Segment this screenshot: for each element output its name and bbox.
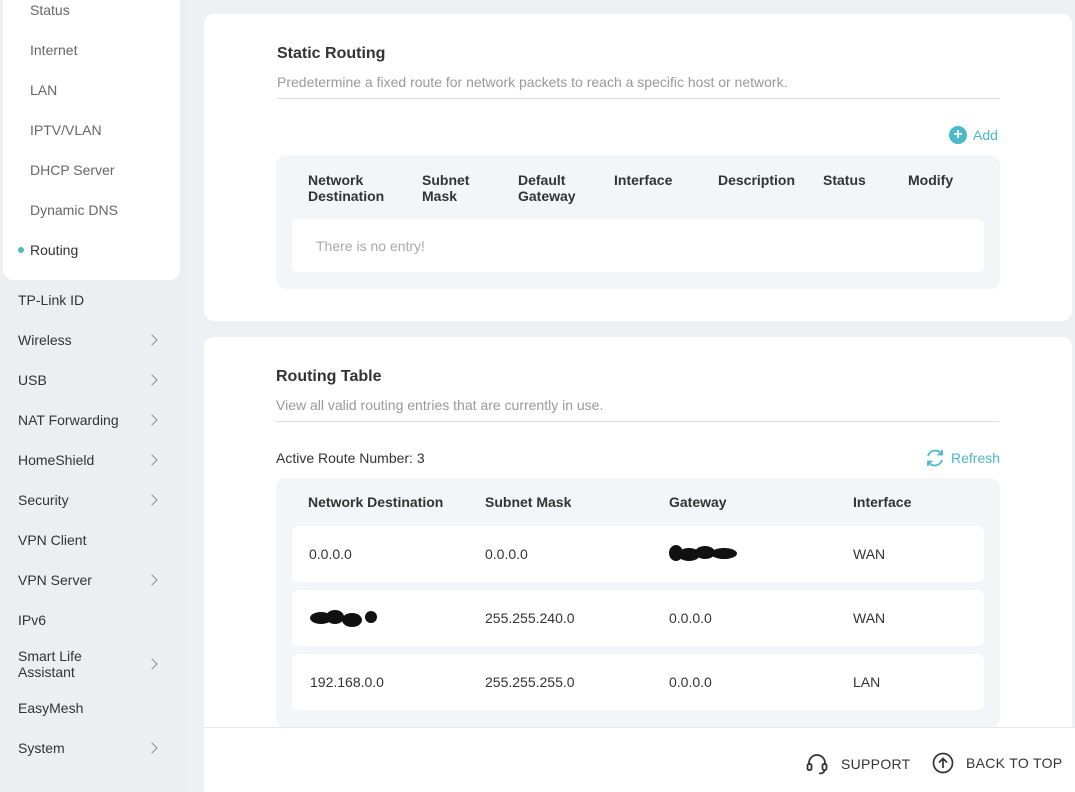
empty-message: There is no entry!: [316, 238, 425, 254]
redacted-destination: [310, 608, 380, 628]
routing-table: Network Destination Subnet Mask Gateway …: [276, 478, 1000, 728]
static-routing-table: Network Destination Subnet Mask Default …: [276, 155, 1000, 289]
nav-label: Smart Life Assistant: [18, 648, 82, 680]
chevron-right-icon: [146, 658, 158, 670]
submenu-item-lan[interactable]: LAN: [30, 82, 57, 98]
nav-label: IPv6: [18, 612, 47, 628]
chevron-right-icon: [146, 414, 158, 426]
active-indicator-dot: [18, 247, 24, 253]
nav-item-vpn-server[interactable]: VPN Server: [18, 572, 168, 588]
empty-row: There is no entry!: [292, 219, 984, 272]
refresh-button[interactable]: Refresh: [924, 447, 1000, 469]
nav-item-tp-link-id[interactable]: TP-Link ID: [18, 292, 168, 308]
sidebar: Status Internet LAN IPTV/VLAN DHCP Serve…: [0, 0, 188, 792]
nav-item-system[interactable]: System: [18, 740, 168, 756]
support-label: SUPPORT: [841, 756, 911, 772]
column-header-default-gateway: Default Gateway: [518, 172, 576, 204]
nav-item-easymesh[interactable]: EasyMesh: [18, 700, 168, 716]
nav-item-wireless[interactable]: Wireless: [18, 332, 168, 348]
nav-item-ipv6[interactable]: IPv6: [18, 612, 168, 628]
divider: [277, 98, 1000, 99]
column-header-subnet-mask: Subnet Mask: [485, 494, 572, 510]
routing-table-title: Routing Table: [276, 368, 382, 385]
cell-gateway: 0.0.0.0: [669, 610, 712, 626]
table-row: 0.0.0.0 0.0.0.0 WAN: [292, 526, 984, 582]
column-header-modify: Modify: [908, 172, 954, 188]
nav-label: VPN Client: [18, 532, 87, 548]
active-route-number: Active Route Number: 3: [276, 450, 425, 466]
nav-item-homeshield[interactable]: HomeShield: [18, 452, 168, 468]
cell-interface: LAN: [853, 674, 881, 690]
column-header-interface: Interface: [614, 172, 673, 188]
chevron-right-icon: [146, 334, 158, 346]
footer-bar: SUPPORT BACK TO TOP: [204, 727, 1075, 792]
submenu-item-status[interactable]: Status: [30, 2, 70, 18]
cell-subnet-mask: 0.0.0.0: [485, 546, 528, 562]
chevron-right-icon: [146, 454, 158, 466]
cell-interface: WAN: [853, 610, 886, 626]
back-to-top-link[interactable]: BACK TO TOP: [932, 752, 1062, 774]
static-routing-title: Static Routing: [277, 45, 386, 62]
cell-subnet-mask: 255.255.240.0: [485, 610, 575, 626]
nav-label: USB: [18, 372, 47, 388]
column-header-status: Status: [823, 172, 866, 188]
nav-label: System: [18, 740, 65, 756]
nav-label: TP-Link ID: [18, 292, 85, 308]
table-row: 255.255.240.0 0.0.0.0 WAN: [292, 590, 984, 646]
static-routing-description: Predetermine a fixed route for network p…: [277, 74, 788, 90]
table-row: 192.168.0.0 255.255.255.0 0.0.0.0 LAN: [292, 654, 984, 710]
chevron-right-icon: [146, 374, 158, 386]
divider: [276, 421, 999, 422]
routing-table-card: Routing Table View all valid routing ent…: [204, 337, 1072, 757]
plus-circle-icon: +: [949, 126, 967, 144]
cell-destination: 192.168.0.0: [310, 674, 384, 690]
static-routing-card: Static Routing Predetermine a fixed rout…: [204, 14, 1072, 321]
nav-item-vpn-client[interactable]: VPN Client: [18, 532, 168, 548]
column-header-network-destination: Network Destination: [308, 172, 385, 204]
cell-destination: 0.0.0.0: [309, 546, 352, 562]
nav-item-smart-life-assistant[interactable]: Smart Life Assistant: [18, 648, 168, 680]
cell-gateway: 0.0.0.0: [669, 674, 712, 690]
nav-label: Security: [18, 492, 69, 508]
submenu-item-routing[interactable]: Routing: [30, 242, 78, 258]
chevron-right-icon: [146, 742, 158, 754]
nav-label: NAT Forwarding: [18, 412, 119, 428]
column-header-gateway: Gateway: [669, 494, 727, 510]
column-header-subnet-mask: Subnet Mask: [422, 172, 470, 204]
nav-item-nat-forwarding[interactable]: NAT Forwarding: [18, 412, 168, 428]
nav-label: HomeShield: [18, 452, 95, 468]
headset-icon: [806, 754, 828, 775]
cell-interface: WAN: [853, 546, 886, 562]
redacted-gateway: [669, 543, 739, 563]
nav-label: Wireless: [18, 332, 72, 348]
refresh-icon: [927, 449, 943, 467]
submenu-item-internet[interactable]: Internet: [30, 42, 77, 58]
chevron-right-icon: [146, 574, 158, 586]
submenu-item-iptv-vlan[interactable]: IPTV/VLAN: [30, 122, 102, 138]
column-header-description: Description: [718, 172, 796, 188]
back-to-top-label: BACK TO TOP: [966, 755, 1063, 771]
nav-item-usb[interactable]: USB: [18, 372, 168, 388]
nav-label: EasyMesh: [18, 700, 84, 716]
arrow-up-circle-icon: [932, 752, 954, 774]
cell-subnet-mask: 255.255.255.0: [485, 674, 575, 690]
add-button[interactable]: + Add: [949, 126, 998, 144]
column-header-interface: Interface: [853, 494, 912, 510]
nav-label: VPN Server: [18, 572, 92, 588]
support-link[interactable]: SUPPORT: [805, 752, 911, 776]
column-header-network-destination: Network Destination: [308, 494, 444, 510]
add-label: Add: [973, 127, 998, 143]
nav-item-security[interactable]: Security: [18, 492, 168, 508]
chevron-right-icon: [146, 494, 158, 506]
routing-table-description: View all valid routing entries that are …: [276, 397, 604, 413]
refresh-label: Refresh: [951, 450, 1001, 466]
submenu-item-dynamic-dns[interactable]: Dynamic DNS: [30, 202, 118, 218]
submenu-item-dhcp-server[interactable]: DHCP Server: [30, 162, 115, 178]
